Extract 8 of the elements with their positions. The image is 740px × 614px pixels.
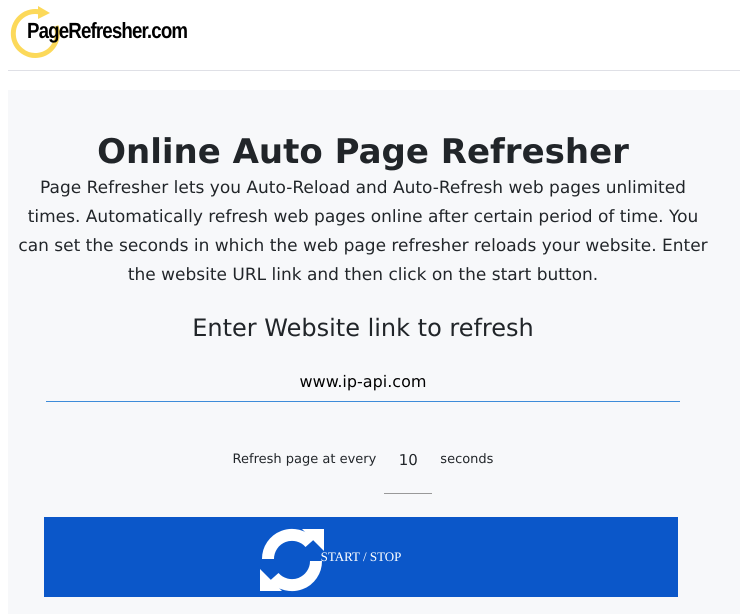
- interval-label: Refresh page at every: [232, 451, 376, 470]
- page-title: Online Auto Page Refresher: [97, 131, 629, 174]
- description-paragraph: Page Refresher lets you Auto-Reload and Auto-Refresh web pages unlimited times. Automatically refresh web pages online after certain period of time. You can set the seconds in which the web page refresher reloads your website. Enter the website URL link and then click on the start button.: [17, 177, 709, 287]
- start-stop-button[interactable]: START / STOP: [44, 517, 678, 597]
- section-heading: Enter Website link to refresh: [192, 313, 534, 344]
- seconds-label: seconds: [440, 451, 494, 470]
- seconds-input-field[interactable]: 10: [384, 448, 432, 494]
- url-input-field[interactable]: www.ip-api.com: [46, 362, 680, 402]
